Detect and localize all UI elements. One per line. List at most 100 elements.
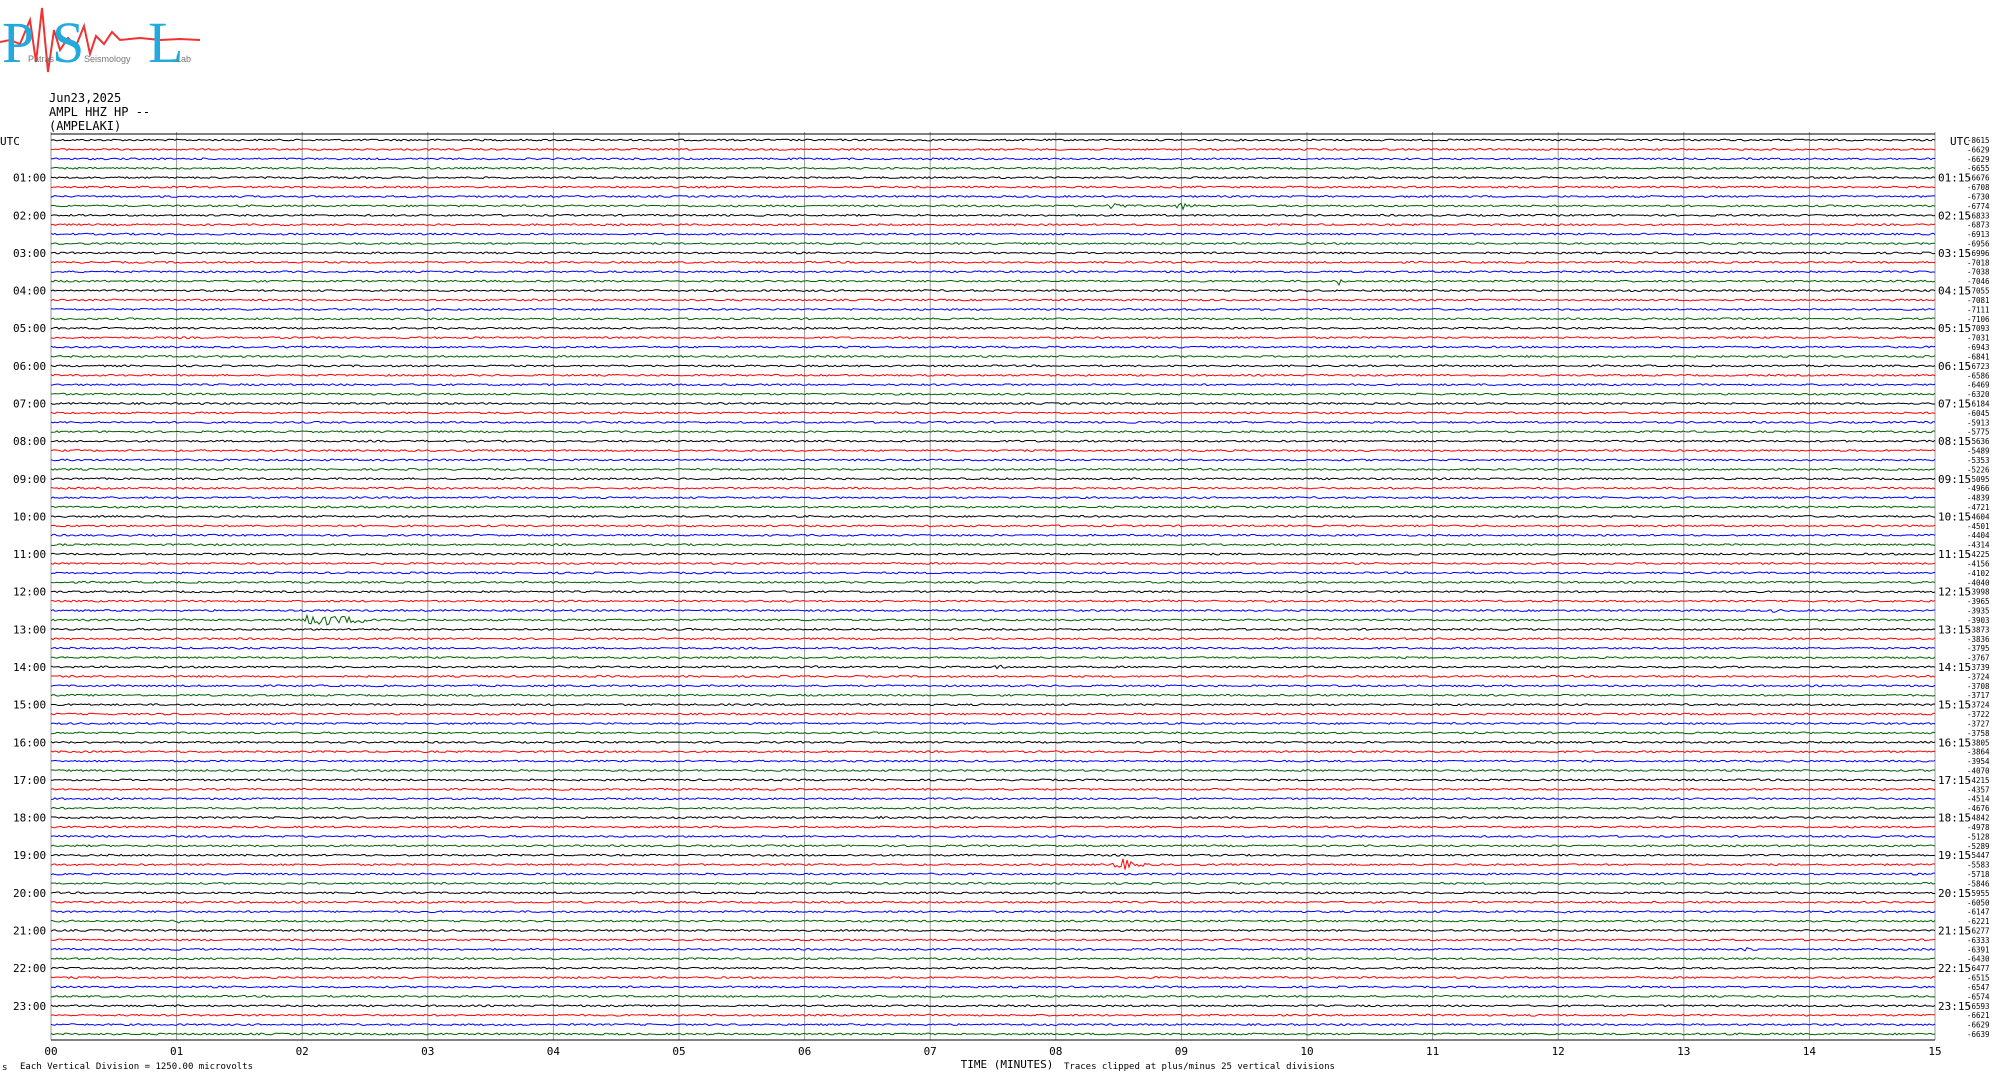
left-hour-label: 12:00 bbox=[13, 586, 46, 599]
seismogram-trace bbox=[50, 778, 1936, 782]
left-hour-label: 08:00 bbox=[13, 435, 46, 448]
seismogram-trace bbox=[50, 608, 1936, 613]
left-hour-label: 06:00 bbox=[13, 360, 46, 373]
seismogram-trace bbox=[50, 599, 1936, 603]
seismogram-trace bbox=[50, 364, 1936, 368]
trace-offset-label: -7038 bbox=[1967, 268, 1990, 277]
seismogram-trace bbox=[50, 194, 1936, 198]
seismogram-trace bbox=[50, 656, 1936, 660]
x-tick-label: 09 bbox=[1175, 1045, 1188, 1058]
right-hour-label: 21:15 bbox=[1938, 924, 1971, 937]
seismogram-trace bbox=[50, 202, 1936, 211]
seismogram-trace bbox=[50, 919, 1936, 924]
seismogram-trace bbox=[50, 260, 1936, 264]
seismogram-trace bbox=[50, 693, 1936, 697]
left-hour-label: 17:00 bbox=[13, 774, 46, 787]
seismogram-trace bbox=[50, 543, 1936, 547]
seismogram-trace bbox=[50, 420, 1936, 424]
trace-offset-label: -4839 bbox=[1967, 494, 1990, 503]
corner-mark: s bbox=[2, 1063, 8, 1073]
x-tick-label: 08 bbox=[1049, 1045, 1062, 1058]
seismogram-trace bbox=[50, 213, 1936, 217]
right-hour-label: 02:15 bbox=[1938, 209, 1971, 222]
seismogram-trace bbox=[50, 251, 1936, 255]
x-tick-label: 05 bbox=[672, 1045, 685, 1058]
left-hour-label: 21:00 bbox=[13, 924, 46, 937]
left-hour-label: 07:00 bbox=[13, 397, 46, 410]
seismogram-trace bbox=[50, 552, 1936, 556]
seismogram-trace bbox=[50, 637, 1936, 641]
trace-offset-label: -6943 bbox=[1967, 343, 1990, 352]
seismogram-trace bbox=[50, 524, 1936, 528]
seismogram-trace bbox=[50, 345, 1936, 349]
seismogram-trace bbox=[50, 806, 1936, 810]
left-hour-label: 02:00 bbox=[13, 209, 46, 222]
right-hour-label: 17:15 bbox=[1938, 774, 1971, 787]
left-hour-label: 19:00 bbox=[13, 849, 46, 862]
seismogram-trace bbox=[50, 147, 1936, 151]
seismogram-trace bbox=[50, 844, 1936, 848]
seismogram-trace bbox=[50, 731, 1936, 735]
seismogram-trace bbox=[50, 759, 1936, 763]
seismogram-trace bbox=[50, 721, 1936, 725]
seismogram-trace bbox=[50, 533, 1936, 537]
seismogram-trace bbox=[50, 317, 1936, 321]
seismogram-trace bbox=[50, 994, 1936, 998]
left-hour-label: 13:00 bbox=[13, 623, 46, 636]
seismogram-trace bbox=[50, 853, 1936, 857]
seismogram-trace bbox=[50, 336, 1936, 340]
right-hour-label: 15:15 bbox=[1938, 699, 1971, 712]
seismogram-trace bbox=[50, 646, 1936, 650]
seismogram-trace bbox=[50, 402, 1936, 406]
seismogram-trace bbox=[50, 411, 1936, 415]
seismogram-trace bbox=[50, 298, 1936, 302]
x-tick-label: 11 bbox=[1426, 1045, 1439, 1058]
trace-offset-label: -7111 bbox=[1967, 305, 1990, 314]
seismogram-trace bbox=[50, 740, 1936, 744]
seismogram-trace bbox=[50, 797, 1936, 801]
trace-offset-label: -4102 bbox=[1967, 569, 1990, 578]
grid-lines bbox=[50, 132, 1936, 1041]
seismogram-trace bbox=[50, 966, 1936, 970]
seismogram-trace bbox=[50, 496, 1936, 500]
seismogram-trace bbox=[50, 1032, 1936, 1036]
seismogram-trace bbox=[50, 138, 1936, 142]
seismogram-trace bbox=[50, 1023, 1936, 1027]
seismogram-trace bbox=[50, 373, 1936, 377]
seismogram-trace bbox=[50, 976, 1936, 980]
x-tick-label: 15 bbox=[1928, 1045, 1941, 1058]
seismogram-trace bbox=[50, 571, 1936, 575]
trace-offset-label: -6730 bbox=[1967, 192, 1990, 201]
seismogram-trace bbox=[50, 674, 1936, 678]
trace-offset-label: -6147 bbox=[1967, 908, 1990, 917]
x-tick-label: 12 bbox=[1552, 1045, 1565, 1058]
seismogram-trace bbox=[50, 947, 1936, 952]
left-hour-label: 14:00 bbox=[13, 661, 46, 674]
right-hour-label: 12:15 bbox=[1938, 586, 1971, 599]
seismogram-trace bbox=[50, 477, 1936, 481]
seismogram-trace bbox=[50, 1013, 1936, 1017]
left-hour-label: 15:00 bbox=[13, 699, 46, 712]
seismogram-trace bbox=[50, 787, 1936, 791]
right-hour-label: 08:15 bbox=[1938, 435, 1971, 448]
seismogram-trace bbox=[50, 957, 1936, 961]
seismogram-trace bbox=[50, 825, 1936, 829]
seismogram-trace bbox=[50, 157, 1936, 161]
left-hour-label: 20:00 bbox=[13, 887, 46, 900]
trace-offset-label: -6391 bbox=[1967, 945, 1990, 954]
seismogram-trace bbox=[50, 834, 1936, 838]
x-tick-label: 00 bbox=[44, 1045, 57, 1058]
trace-offset-label: -6629 bbox=[1967, 1021, 1990, 1030]
left-utc-title: UTC bbox=[0, 135, 20, 148]
right-hour-label: 03:15 bbox=[1938, 247, 1971, 260]
division-note: Each Vertical Division = 1250.00 microvo… bbox=[20, 1062, 253, 1072]
trace-offset-label: -8615 bbox=[1967, 136, 1990, 145]
seismogram-trace bbox=[50, 613, 1936, 626]
seismogram-trace bbox=[50, 664, 1936, 670]
left-hour-label: 16:00 bbox=[13, 736, 46, 749]
trace-offset-label: -5128 bbox=[1967, 832, 1990, 841]
seismogram-trace bbox=[50, 439, 1936, 443]
seismogram-trace bbox=[50, 938, 1936, 942]
seismogram-trace bbox=[50, 223, 1936, 227]
seismogram-trace bbox=[50, 185, 1936, 189]
